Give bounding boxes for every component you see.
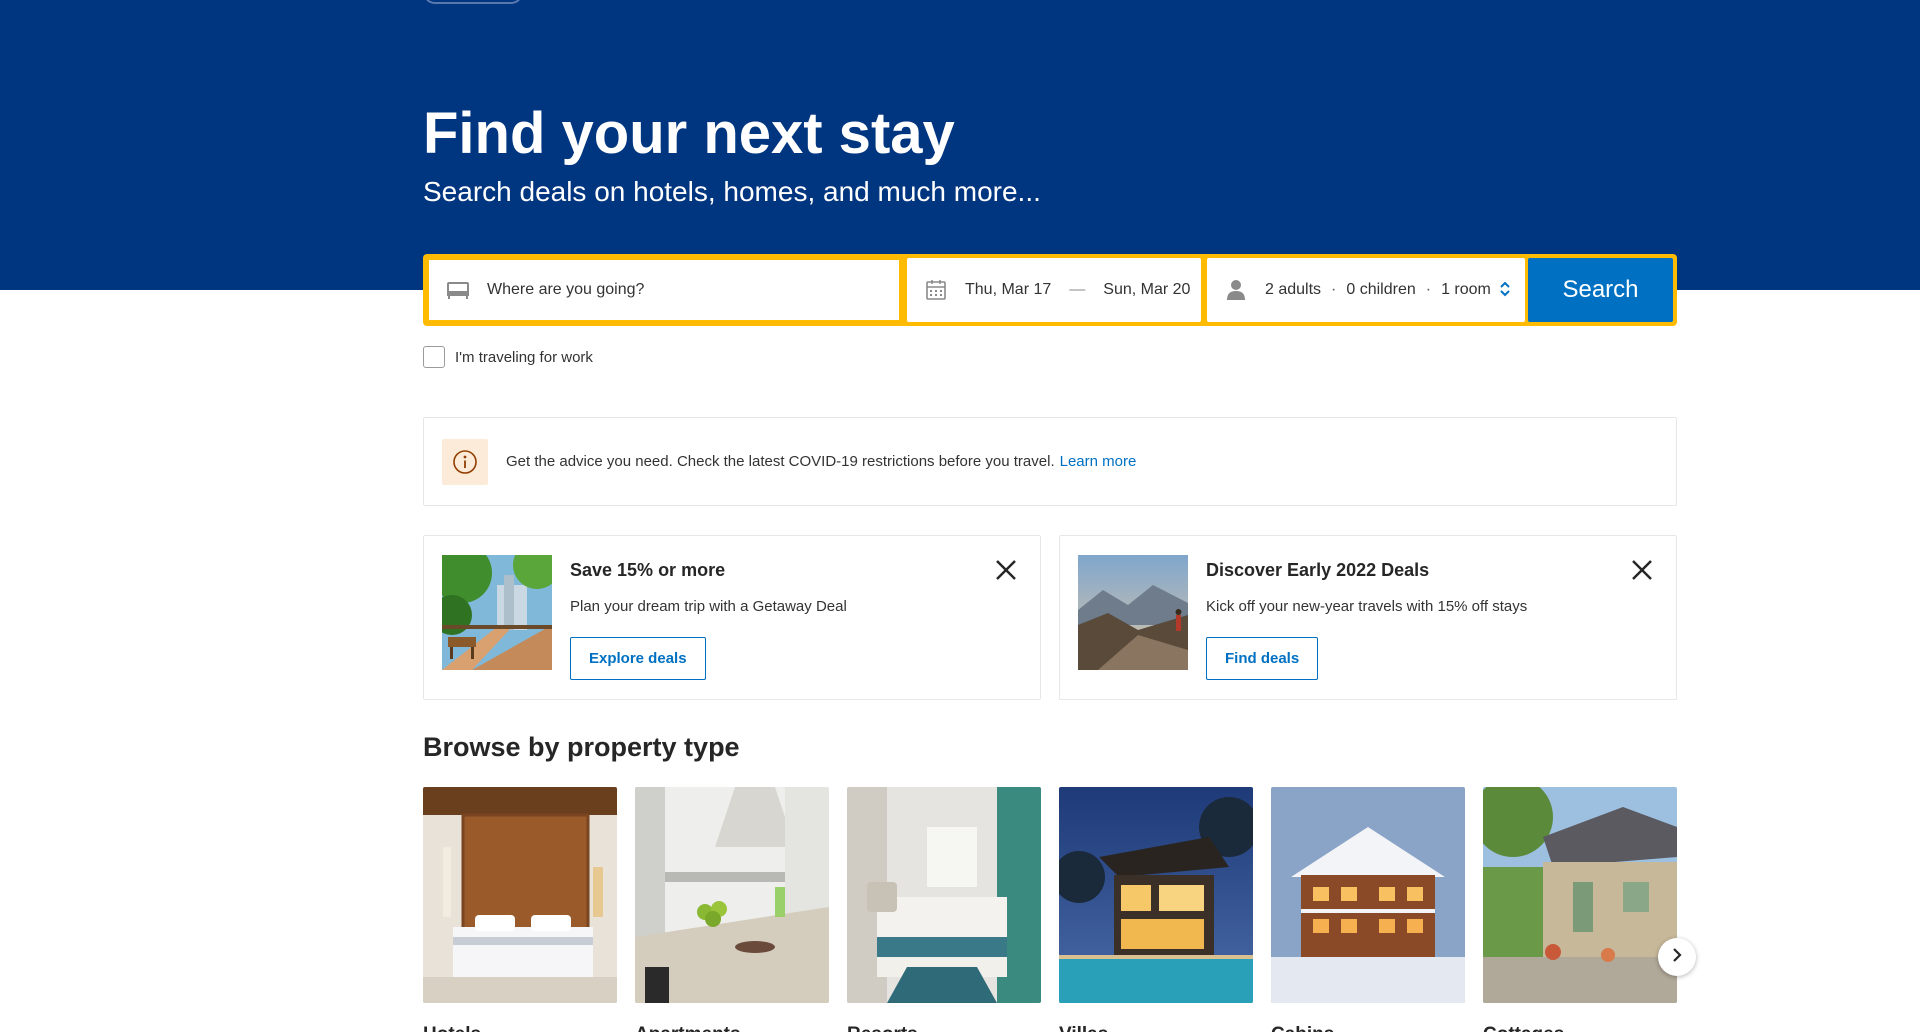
destination-input[interactable]: Where are you going? (487, 281, 644, 299)
work-travel-label: I'm traveling for work (455, 348, 593, 366)
page-title: Find your next stay (423, 101, 955, 166)
close-icon[interactable] (1628, 556, 1656, 584)
find-deals-button[interactable]: Find deals (1206, 637, 1319, 680)
covid-notice: Get the advice you need. Check the lates… (423, 417, 1677, 506)
notice-text: Get the advice you need. Check the lates… (506, 453, 1055, 470)
rooms-count: 1 room (1441, 281, 1491, 298)
property-type-label: Hotels (423, 1024, 617, 1032)
close-icon[interactable] (992, 556, 1020, 584)
work-travel-option[interactable]: I'm traveling for work (423, 346, 593, 368)
property-image-villas (1059, 787, 1253, 1003)
children-count: 0 children (1346, 281, 1416, 298)
learn-more-link[interactable]: Learn more (1060, 453, 1137, 470)
promo-text: Kick off your new-year travels with 15% … (1206, 598, 1528, 615)
chevron-right-icon (1671, 947, 1683, 968)
separator-dot: · (1425, 281, 1432, 298)
separator-dot: · (1331, 281, 1337, 298)
bed-icon (445, 277, 471, 303)
promo-image-mountain (1078, 555, 1188, 670)
promo-card: Save 15% or more Plan your dream trip wi… (423, 535, 1041, 700)
promo-title: Save 15% or more (570, 560, 726, 580)
carousel-next-button[interactable] (1658, 938, 1696, 976)
property-type-card-hotels[interactable]: Hotels (423, 787, 617, 1032)
property-type-card-resorts[interactable]: Resorts (847, 787, 1041, 1032)
property-image-cabins (1271, 787, 1465, 1003)
work-travel-checkbox[interactable] (423, 346, 445, 368)
browse-section-title: Browse by property type (423, 732, 740, 762)
property-type-label: Cabins (1271, 1024, 1465, 1032)
property-type-card-villas[interactable]: Villas (1059, 787, 1253, 1032)
checkin-date[interactable]: Thu, Mar 17 (965, 281, 1051, 299)
property-image-apartments (635, 787, 829, 1003)
property-type-card-cabins[interactable]: Cabins (1271, 787, 1465, 1032)
calendar-icon (923, 277, 949, 303)
header-pill-button[interactable] (423, 0, 523, 4)
property-type-card-cottages[interactable]: Cottages (1483, 787, 1677, 1032)
promo-image-park (442, 555, 552, 670)
property-type-label: Apartments (635, 1024, 829, 1032)
date-separator: — (1069, 281, 1086, 298)
promo-text: Plan your dream trip with a Getaway Deal (570, 598, 847, 615)
explore-deals-button[interactable]: Explore deals (570, 637, 706, 680)
page-subtitle: Search deals on hotels, homes, and much … (423, 176, 1041, 207)
info-icon (442, 438, 488, 485)
property-image-cottages (1483, 787, 1677, 1003)
search-button[interactable]: Search (1528, 258, 1673, 322)
property-type-label: Villas (1059, 1024, 1253, 1032)
checkout-date[interactable]: Sun, Mar 20 (1103, 281, 1190, 299)
destination-field[interactable]: Where are you going? (427, 258, 901, 322)
date-range-field[interactable]: Thu, Mar 17 — Sun, Mar 20 (907, 258, 1201, 322)
guests-field[interactable]: 2 adults · 0 children · 1 room (1207, 258, 1525, 322)
hero-banner: Find your next stay Search deals on hote… (0, 0, 1920, 290)
property-type-label: Cottages (1483, 1024, 1677, 1032)
adults-count: 2 adults (1265, 281, 1322, 298)
property-type-label: Resorts (847, 1024, 1041, 1032)
property-image-hotels (423, 787, 617, 1003)
property-image-resorts (847, 787, 1041, 1003)
property-type-card-apartments[interactable]: Apartments (635, 787, 829, 1032)
chevron-updown-icon (1499, 280, 1511, 303)
promo-card: Discover Early 2022 Deals Kick off your … (1059, 535, 1677, 700)
search-bar: Where are you going? Thu, Mar 17 — Sun, … (423, 254, 1677, 326)
promo-title: Discover Early 2022 Deals (1206, 560, 1430, 580)
person-icon (1223, 277, 1249, 303)
